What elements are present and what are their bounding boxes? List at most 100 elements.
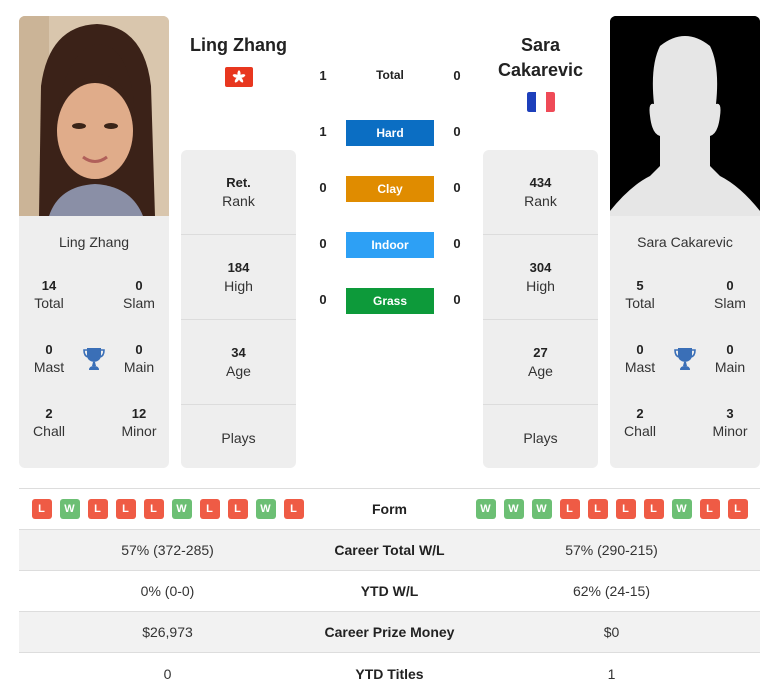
stat-label: Mast (624, 359, 656, 375)
surface-clay-badge[interactable]: Clay (346, 176, 434, 202)
ytd-wl-label: YTD W/L (360, 583, 419, 599)
stat-label: Slam (714, 295, 746, 311)
h2h-grass-row: 0 Grass 0 (310, 288, 470, 314)
career-wl-label: Career Total W/L (334, 542, 445, 558)
stat-label: Total (625, 295, 655, 311)
h2h-p2-value: 0 (453, 292, 461, 307)
player1-chall-titles: 2 Chall (19, 406, 79, 439)
player1-career-wl: 57% (372-285) (121, 542, 214, 558)
player1-mast-titles: 0 Mast (19, 342, 79, 375)
player2-name-heading[interactable]: Sara Cakarevic (483, 33, 598, 83)
stat-label: Main (714, 359, 746, 375)
stat-value: 0 (726, 278, 734, 293)
stat-value: 2 (636, 406, 644, 421)
form-loss-badge[interactable]: L (643, 499, 664, 519)
surface-hard-badge[interactable]: Hard (346, 120, 434, 146)
form-win-badge[interactable]: W (59, 499, 80, 519)
form-loss-badge[interactable]: L (587, 499, 608, 519)
player2-career-wl: 57% (290-215) (565, 542, 658, 558)
form-loss-badge[interactable]: L (283, 499, 304, 519)
player1-portrait-image (19, 16, 169, 216)
ytd-titles-row: 0 YTD Titles 1 (19, 653, 760, 694)
stat-value: 0 (726, 342, 734, 357)
form-loss-badge[interactable]: L (143, 499, 164, 519)
player2-age: 27 Age (483, 320, 598, 405)
player1-titles-card: Ling Zhang 14 Total 0 Slam 0 Mast 0 Main… (19, 216, 169, 468)
stat-label: Mast (33, 359, 65, 375)
stat-label: Main (123, 359, 155, 375)
player2-ytd-wl: 62% (24-15) (572, 583, 651, 599)
h2h-p1-value: 0 (319, 292, 327, 307)
player2-silhouette-image (610, 16, 760, 216)
player2-high: 304 High (483, 235, 598, 320)
form-label: Form (372, 501, 407, 517)
stat-value: 5 (636, 278, 644, 293)
info-label: Age (226, 363, 251, 379)
form-loss-badge[interactable]: L (115, 499, 136, 519)
form-win-badge[interactable]: W (475, 499, 496, 519)
h2h-p1-value: 1 (319, 68, 327, 83)
player2-chall-titles: 2 Chall (610, 406, 670, 439)
player1-name-heading[interactable]: Ling Zhang (181, 33, 296, 58)
form-loss-badge[interactable]: L (31, 499, 52, 519)
hong-kong-flag-icon (225, 67, 253, 87)
h2h-p2-value: 0 (453, 124, 461, 139)
comparison-table: LWLLLWLLWL Form WWWLLLLWLL 57% (372-285)… (19, 488, 760, 694)
player1-main-titles: 0 Main (109, 342, 169, 375)
player2-rank: 434 Rank (483, 150, 598, 235)
h2h-p1-value: 0 (319, 236, 327, 251)
player2-main-titles: 0 Main (700, 342, 760, 375)
player1-card-name[interactable]: Ling Zhang (19, 234, 169, 250)
player2-card-name[interactable]: Sara Cakarevic (610, 234, 760, 250)
form-loss-badge[interactable]: L (615, 499, 636, 519)
info-value: 34 (231, 345, 246, 360)
form-loss-badge[interactable]: L (559, 499, 580, 519)
surface-grass-badge[interactable]: Grass (346, 288, 434, 314)
player1-minor-titles: 12 Minor (109, 406, 169, 439)
prize-money-row: $26,973 Career Prize Money $0 (19, 612, 760, 653)
player2-plays: Plays (483, 405, 598, 468)
trophy-icon (673, 346, 697, 372)
form-win-badge[interactable]: W (531, 499, 552, 519)
player1-total-titles: 14 Total (19, 278, 79, 311)
form-win-badge[interactable]: W (671, 499, 692, 519)
form-win-badge[interactable]: W (171, 499, 192, 519)
player2-prize-money: $0 (603, 624, 620, 640)
form-loss-badge[interactable]: L (699, 499, 720, 519)
info-value: 434 (529, 175, 552, 190)
surface-indoor-badge[interactable]: Indoor (346, 232, 434, 258)
h2h-total-row: 1 Total 0 (310, 64, 470, 90)
stat-label: Minor (712, 423, 748, 439)
form-row: LWLLLWLLWL Form WWWLLLLWLL (19, 489, 760, 530)
stat-value: 14 (41, 278, 57, 293)
player2-slam-titles: 0 Slam (700, 278, 760, 311)
player1-plays: Plays (181, 405, 296, 468)
info-label: Rank (524, 193, 557, 209)
ytd-titles-label: YTD Titles (355, 665, 424, 682)
player2-total-titles: 5 Total (610, 278, 670, 311)
h2h-hard-row: 1 Hard 0 (310, 120, 470, 146)
info-value: 184 (227, 260, 250, 275)
prize-money-label: Career Prize Money (324, 624, 455, 640)
form-loss-badge[interactable]: L (199, 499, 220, 519)
form-loss-badge[interactable]: L (87, 499, 108, 519)
player2-minor-titles: 3 Minor (700, 406, 760, 439)
info-label: High (224, 278, 253, 294)
career-wl-row: 57% (372-285) Career Total W/L 57% (290-… (19, 530, 760, 571)
form-loss-badge[interactable]: L (727, 499, 748, 519)
player1-info-panel: Ret. Rank 184 High 34 Age Plays (181, 150, 296, 468)
form-win-badge[interactable]: W (503, 499, 524, 519)
info-label: Plays (523, 430, 558, 446)
stat-label: Minor (121, 423, 157, 439)
form-win-badge[interactable]: W (255, 499, 276, 519)
info-value: Ret. (226, 175, 251, 190)
player1-photo (19, 16, 169, 216)
h2h-p2-value: 0 (453, 236, 461, 251)
france-flag-icon (527, 92, 555, 112)
player1-age: 34 Age (181, 320, 296, 405)
h2h-p2-value: 0 (453, 180, 461, 195)
form-loss-badge[interactable]: L (227, 499, 248, 519)
h2h-p1-value: 1 (319, 124, 327, 139)
player2-ytd-titles: 1 (607, 665, 616, 682)
stat-label: Chall (624, 423, 656, 439)
